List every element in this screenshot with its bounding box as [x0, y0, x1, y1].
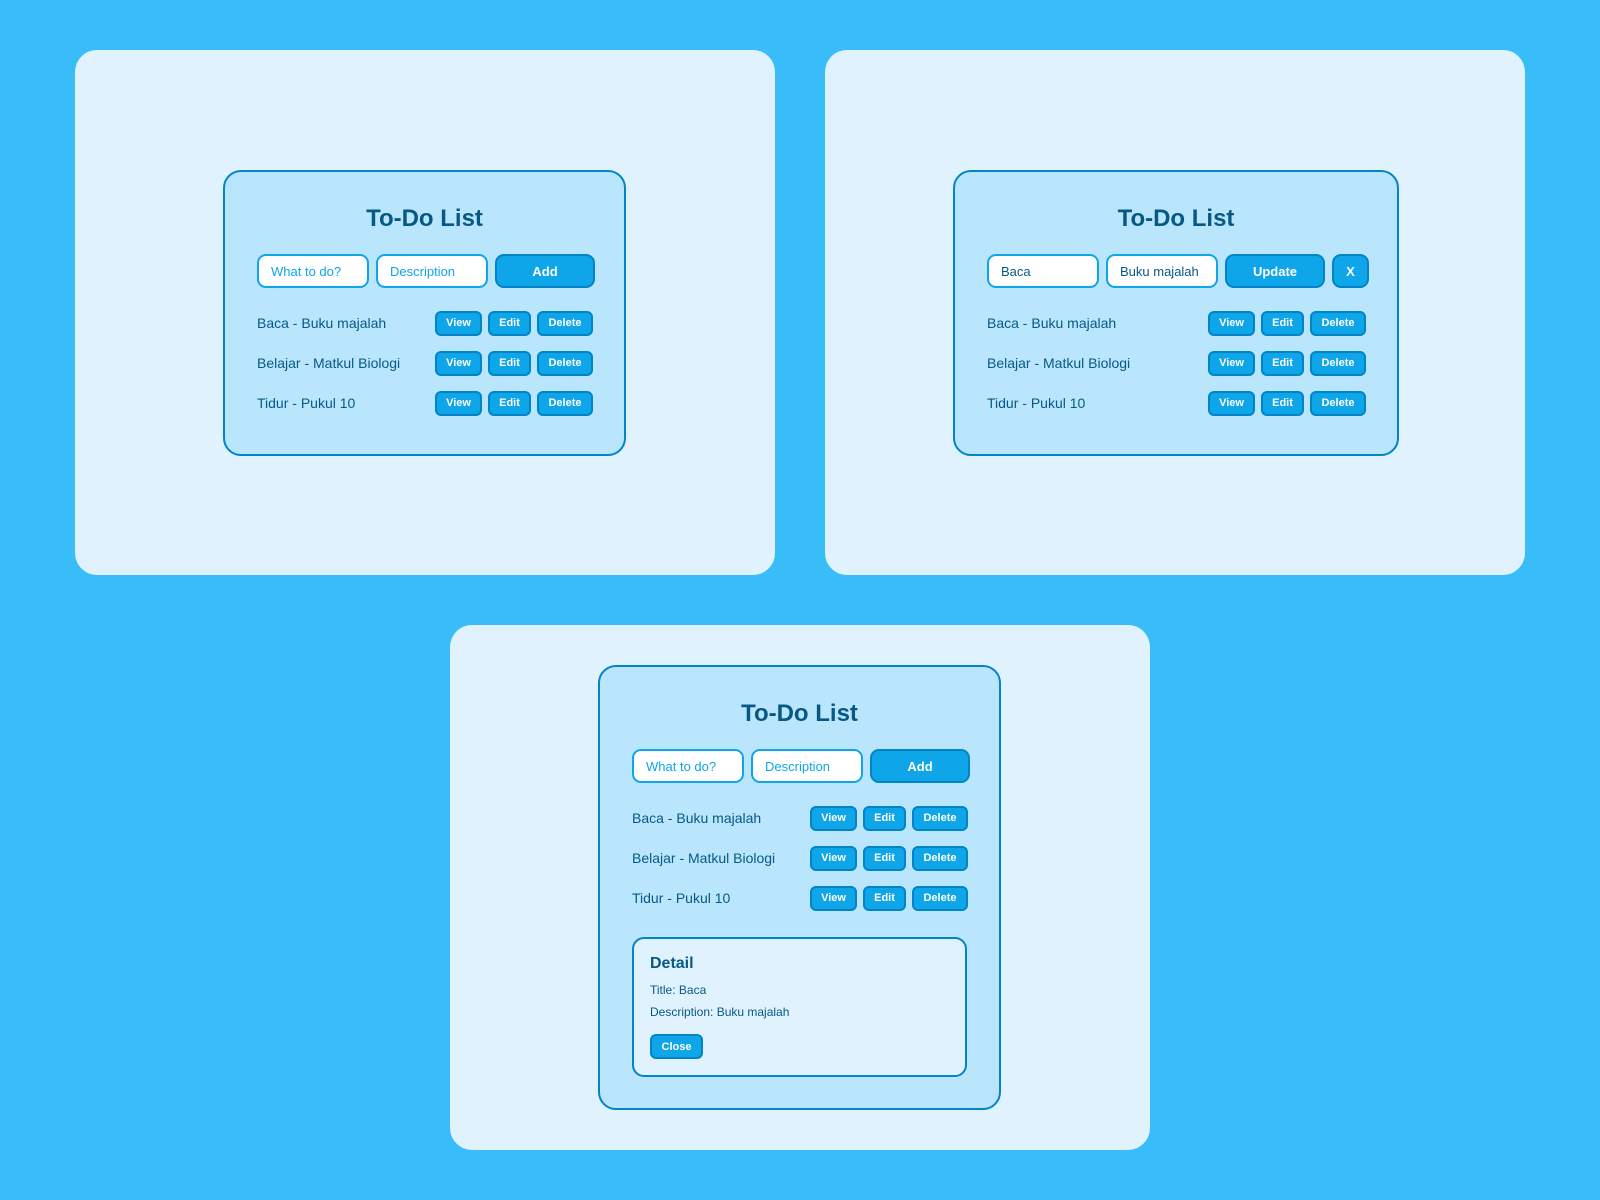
todo-item-text: Tidur - Pukul 10: [987, 395, 1086, 411]
view-button[interactable]: View: [810, 885, 857, 911]
todo-item-text: Tidur - Pukul 10: [257, 395, 356, 411]
task-input[interactable]: [987, 254, 1099, 288]
edit-button[interactable]: Edit: [1261, 310, 1304, 336]
todo-item-text: Tidur - Pukul 10: [632, 890, 731, 906]
todo-item-actions: View Edit Delete: [435, 350, 593, 376]
screen-detail: To-Do List Add Baca - Buku majalah View …: [450, 625, 1150, 1150]
detail-heading: Detail: [650, 955, 694, 972]
view-button[interactable]: View: [435, 390, 482, 416]
todo-form: Add: [632, 749, 970, 783]
todo-list: Baca - Buku majalah View Edit Delete Bel…: [257, 310, 593, 430]
todo-item-text: Baca - Buku majalah: [257, 315, 387, 331]
detail-description: Description: Buku majalah: [650, 1005, 790, 1019]
edit-button[interactable]: Edit: [863, 885, 906, 911]
cancel-edit-button[interactable]: X: [1332, 254, 1369, 288]
edit-button[interactable]: Edit: [1261, 390, 1304, 416]
close-button[interactable]: Close: [650, 1034, 703, 1059]
delete-button[interactable]: Delete: [912, 885, 968, 911]
todo-item: Tidur - Pukul 10 View Edit Delete: [632, 885, 968, 911]
todo-item: Tidur - Pukul 10 View Edit Delete: [987, 390, 1366, 416]
todo-card: To-Do List Update X Baca - Buku majalah …: [953, 170, 1399, 456]
todo-item-actions: View Edit Delete: [810, 845, 968, 871]
view-button[interactable]: View: [810, 845, 857, 871]
task-input[interactable]: [632, 749, 744, 783]
edit-button[interactable]: Edit: [1261, 350, 1304, 376]
delete-button[interactable]: Delete: [537, 310, 593, 336]
todo-item: Baca - Buku majalah View Edit Delete: [257, 310, 593, 336]
screen-default: To-Do List Add Baca - Buku majalah View …: [75, 50, 775, 575]
todo-item: Tidur - Pukul 10 View Edit Delete: [257, 390, 593, 416]
todo-item: Baca - Buku majalah View Edit Delete: [987, 310, 1366, 336]
todo-list: Baca - Buku majalah View Edit Delete Bel…: [632, 805, 968, 925]
todo-card: To-Do List Add Baca - Buku majalah View …: [223, 170, 626, 456]
todo-item-text: Belajar - Matkul Biologi: [257, 355, 401, 371]
edit-button[interactable]: Edit: [488, 310, 531, 336]
todo-item-text: Belajar - Matkul Biologi: [987, 355, 1131, 371]
view-button[interactable]: View: [1208, 350, 1255, 376]
todo-item-text: Baca - Buku majalah: [632, 810, 762, 826]
todo-item-actions: View Edit Delete: [810, 805, 968, 831]
todo-item: Belajar - Matkul Biologi View Edit Delet…: [257, 350, 593, 376]
view-button[interactable]: View: [435, 310, 482, 336]
edit-button[interactable]: Edit: [488, 390, 531, 416]
todo-item: Belajar - Matkul Biologi View Edit Delet…: [987, 350, 1366, 376]
edit-button[interactable]: Edit: [488, 350, 531, 376]
description-input[interactable]: [751, 749, 863, 783]
delete-button[interactable]: Delete: [912, 845, 968, 871]
description-input[interactable]: [1106, 254, 1218, 288]
add-button[interactable]: Add: [870, 749, 970, 783]
detail-title: Title: Baca: [650, 983, 707, 997]
todo-item: Belajar - Matkul Biologi View Edit Delet…: [632, 845, 968, 871]
todo-item-actions: View Edit Delete: [1208, 350, 1366, 376]
todo-item-text: Baca - Buku majalah: [987, 315, 1117, 331]
todo-list: Baca - Buku majalah View Edit Delete Bel…: [987, 310, 1366, 430]
todo-card: To-Do List Add Baca - Buku majalah View …: [598, 665, 1001, 1110]
delete-button[interactable]: Delete: [912, 805, 968, 831]
detail-panel: Detail Title: Baca Description: Buku maj…: [632, 937, 967, 1077]
delete-button[interactable]: Delete: [1310, 310, 1366, 336]
edit-button[interactable]: Edit: [863, 805, 906, 831]
todo-item-actions: View Edit Delete: [1208, 390, 1366, 416]
card-title: To-Do List: [1117, 205, 1235, 232]
delete-button[interactable]: Delete: [1310, 350, 1366, 376]
todo-item-actions: View Edit Delete: [435, 390, 593, 416]
add-button[interactable]: Add: [495, 254, 595, 288]
todo-item: Baca - Buku majalah View Edit Delete: [632, 805, 968, 831]
todo-item-actions: View Edit Delete: [435, 310, 593, 336]
todo-form: Add: [257, 254, 595, 288]
delete-button[interactable]: Delete: [537, 390, 593, 416]
description-input[interactable]: [376, 254, 488, 288]
edit-button[interactable]: Edit: [863, 845, 906, 871]
view-button[interactable]: View: [1208, 390, 1255, 416]
delete-button[interactable]: Delete: [537, 350, 593, 376]
todo-item-actions: View Edit Delete: [1208, 310, 1366, 336]
update-button[interactable]: Update: [1225, 254, 1325, 288]
task-input[interactable]: [257, 254, 369, 288]
card-title: To-Do List: [741, 700, 858, 727]
view-button[interactable]: View: [435, 350, 482, 376]
todo-item-actions: View Edit Delete: [810, 885, 968, 911]
view-button[interactable]: View: [1208, 310, 1255, 336]
todo-item-text: Belajar - Matkul Biologi: [632, 850, 776, 866]
todo-form: Update X: [987, 254, 1369, 288]
delete-button[interactable]: Delete: [1310, 390, 1366, 416]
card-title: To-Do List: [366, 205, 483, 232]
view-button[interactable]: View: [810, 805, 857, 831]
screen-edit: To-Do List Update X Baca - Buku majalah …: [825, 50, 1525, 575]
